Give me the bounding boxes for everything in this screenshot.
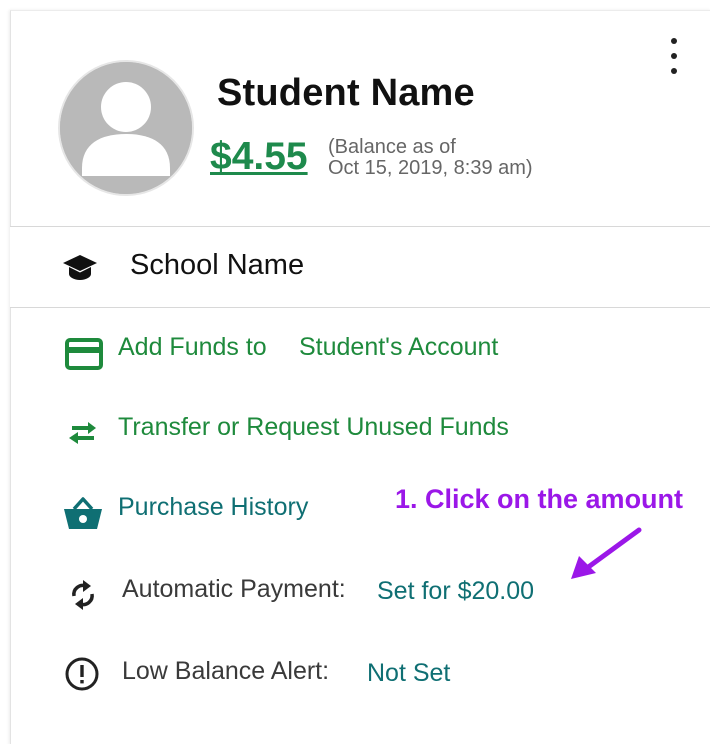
divider [10, 307, 710, 308]
graduation-cap-icon [63, 255, 97, 280]
user-silhouette-icon [60, 62, 192, 194]
more-options-icon[interactable] [668, 38, 680, 74]
low-balance-alert-value-link[interactable]: Not Set [367, 659, 450, 688]
credit-card-icon [65, 338, 103, 370]
automatic-payment-label: Automatic Payment: [122, 575, 346, 603]
page: Student Name $4.55 (Balance as of Oct 15… [0, 0, 710, 744]
automatic-payment-amount-link[interactable]: Set for $20.00 [377, 577, 534, 606]
refresh-icon [72, 580, 94, 610]
student-name: Student Name [217, 72, 475, 114]
shopping-basket-icon [64, 497, 102, 529]
balance-timestamp: (Balance as of Oct 15, 2019, 8:39 am) [328, 137, 533, 179]
annotation-arrow-icon [571, 527, 642, 579]
avatar [58, 60, 194, 196]
add-funds-target[interactable]: Student's Account [299, 333, 498, 362]
balance-note-line-1: (Balance as of [328, 136, 456, 158]
balance-amount-link[interactable]: $4.55 [210, 135, 308, 179]
school-row: School Name [10, 227, 710, 307]
instruction-annotation: 1. Click on the amount [395, 484, 684, 514]
add-funds-prefix[interactable]: Add Funds to [118, 333, 267, 362]
transfer-funds-label[interactable]: Transfer or Request Unused Funds [118, 413, 509, 442]
purchase-history-label[interactable]: Purchase History [118, 493, 308, 522]
low-balance-alert-label: Low Balance Alert: [122, 657, 330, 685]
balance-note-line-2: Oct 15, 2019, 8:39 am) [328, 157, 533, 179]
alert-circle-icon [65, 657, 99, 691]
school-name: School Name [130, 249, 305, 281]
swap-arrows-icon [69, 422, 96, 444]
